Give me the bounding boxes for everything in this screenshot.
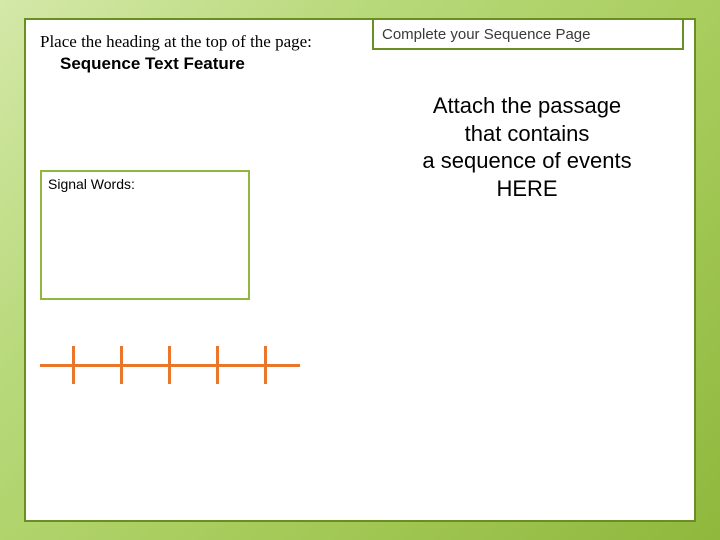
left-page: Place the heading at the top of the page…: [26, 20, 360, 520]
timeline-tick: [168, 346, 171, 384]
attach-instruction: Attach the passage that contains a seque…: [360, 92, 694, 202]
attach-line: HERE: [360, 175, 694, 203]
title-bar-text: Complete your Sequence Page: [382, 26, 590, 43]
timeline-tick: [72, 346, 75, 384]
heading-text: Sequence Text Feature: [40, 54, 346, 74]
heading-instruction: Place the heading at the top of the page…: [40, 32, 346, 52]
right-page: Complete your Sequence Page Attach the p…: [360, 20, 694, 520]
slide-frame: Place the heading at the top of the page…: [24, 18, 696, 522]
timeline-icon: [40, 340, 300, 390]
timeline-tick: [216, 346, 219, 384]
timeline-tick: [264, 346, 267, 384]
attach-line: a sequence of events: [360, 147, 694, 175]
signal-words-box: Signal Words:: [40, 170, 250, 300]
attach-line: Attach the passage: [360, 92, 694, 120]
title-bar: Complete your Sequence Page: [372, 18, 684, 50]
timeline-tick: [120, 346, 123, 384]
attach-line: that contains: [360, 120, 694, 148]
signal-words-label: Signal Words:: [48, 176, 242, 192]
